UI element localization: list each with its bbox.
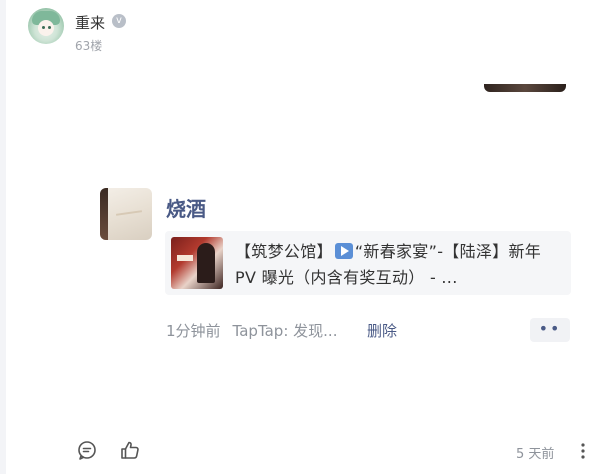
reply-time: 1分钟前 [166, 322, 221, 340]
left-rail [0, 0, 6, 474]
reply-meta: 1分钟前 TapTap: 发现... [166, 320, 337, 341]
comment-icon[interactable] [77, 440, 97, 460]
shared-link-card[interactable]: 【筑梦公馆】 “新春家宴”-【陆泽】新年 PV 曝光（内含有奖互动） - ... [165, 231, 571, 295]
post-image[interactable] [484, 84, 566, 92]
vertical-dots-menu-icon[interactable] [578, 442, 588, 460]
reply-source: TapTap: 发现... [232, 322, 338, 340]
shared-link-thumbnail [171, 237, 223, 289]
username[interactable]: 重来 [75, 12, 105, 33]
reply-author-avatar[interactable] [100, 188, 152, 240]
floor-number: 63楼 [75, 39, 103, 53]
verified-badge-icon: v [112, 14, 126, 28]
play-icon [334, 243, 353, 259]
more-options-button[interactable]: •• [530, 318, 570, 342]
thumbs-up-icon[interactable] [120, 440, 140, 460]
reply-author-name[interactable]: 烧酒 [166, 193, 206, 222]
shared-link-title: 【筑梦公馆】 “新春家宴”-【陆泽】新年 PV 曝光（内含有奖互动） - ... [235, 242, 542, 287]
post-time: 5 天前 [516, 447, 555, 462]
delete-button[interactable]: 删除 [367, 320, 397, 341]
user-avatar[interactable] [28, 8, 64, 44]
